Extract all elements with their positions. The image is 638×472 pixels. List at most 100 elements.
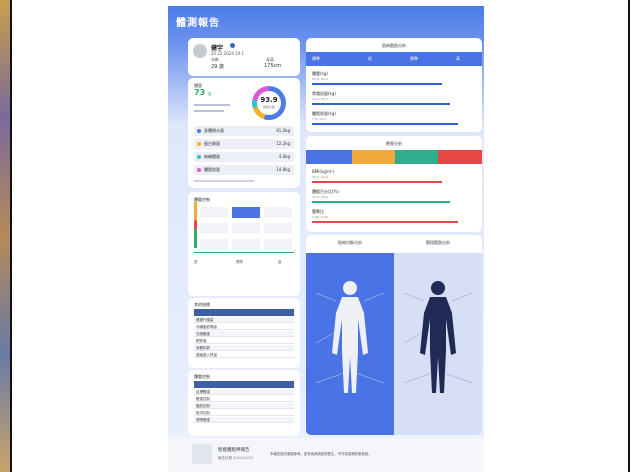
composition-value: 4.0kg: [278, 154, 290, 159]
header-high: 高: [456, 56, 460, 61]
screenshot-frame: 體測報告 健宇 20 22 2024 10.1 年齡 29 歲 身高 175cm…: [0, 0, 638, 472]
height-value: 175cm: [264, 63, 282, 69]
analysis-row-range: 10.0~20.0: [312, 195, 328, 199]
composition-name: 蛋白質量: [204, 141, 220, 146]
analysis-row-range: 0.80~0.90: [312, 215, 328, 219]
composition-row: 體脂肪量 14.8kg: [194, 165, 294, 175]
analysis-row-bar: [312, 83, 442, 85]
segment-title-right: 節段脂肪分析: [426, 240, 450, 245]
fat-figure-panel: [394, 253, 482, 435]
balance-high: 高: [278, 260, 282, 264]
analysis-row-ticks: [354, 112, 478, 116]
footer-brand: 智能體脂秤報告: [218, 448, 250, 453]
muscle-fat-title: 肌肉脂肪分析: [382, 43, 406, 48]
muscle-body-icon: [315, 281, 385, 393]
muscle-figure-panel: [306, 253, 394, 435]
analysis-row-range: 7.0~14.0: [312, 117, 326, 121]
other-table-header: [194, 309, 294, 316]
obesity-header-label: [306, 150, 352, 164]
analysis-row-bar: [312, 103, 450, 105]
analysis-row-bar: [312, 181, 442, 183]
table-row: 建議攝入熱量: [194, 352, 294, 358]
table-row-label: 內臟脂肪等級: [196, 325, 217, 329]
analysis-row-ticks: [354, 72, 478, 76]
table-row: 理想體重: [194, 417, 294, 423]
muscle-fat-header: 標準 低 標準 高: [306, 52, 482, 66]
footer-note: 本報告僅供健康參考，如有疾病請諮詢醫生，不作為醫療診斷依據。: [270, 452, 372, 456]
frame-divider-left: [10, 0, 12, 472]
obesity-title: 肥胖分析: [386, 141, 402, 146]
obesity-header-low: [352, 150, 395, 164]
muscle-fat-card: 肌肉脂肪分析 標準 低 標準 高 體重(kg) 55.0~65.0 骨骼肌量(kg)…: [306, 38, 482, 132]
table-row: 肥胖度: [194, 338, 294, 344]
composition-dot-icon: [197, 142, 201, 146]
analysis-row-range: 55.0~65.0: [312, 77, 328, 81]
composition-dot-icon: [197, 129, 201, 133]
table-row: 去脂體重: [194, 331, 294, 337]
composition-name: 無機鹽量: [204, 154, 220, 159]
composition-name: 身體總水量: [204, 128, 224, 133]
report-title: 體測報告: [176, 18, 220, 29]
qr-code-icon: [192, 444, 212, 464]
table-row-label: 建議攝入熱量: [196, 353, 217, 357]
weight-line: [194, 104, 230, 106]
table-row-label: 脂肪控制: [196, 404, 210, 408]
balance-cell: [264, 223, 292, 234]
card-footnote-line: [194, 180, 254, 182]
health-score-label: 健康分數: [262, 105, 275, 109]
control-title: 體重控制: [194, 374, 210, 379]
analysis-row-bar: [312, 221, 458, 223]
frame-divider-right: [628, 0, 630, 472]
balance-cell: [200, 207, 228, 218]
composition-dot-icon: [197, 155, 201, 159]
analysis-row-label: BMI(kg/m²): [312, 169, 335, 174]
table-row-label: 肌肉控制: [196, 411, 210, 415]
composition-row: 蛋白質量 12.2kg: [194, 139, 294, 149]
table-row: 身體年齡: [194, 345, 294, 351]
verified-icon: [230, 43, 235, 48]
balance-cell: [264, 239, 292, 250]
balance-scale: [194, 202, 197, 248]
analysis-row-bar: [312, 123, 458, 125]
control-table-header: [194, 381, 294, 388]
weight-line-2: [194, 110, 224, 112]
header-standard: 標準: [410, 56, 418, 61]
fat-body-icon: [403, 281, 473, 393]
obesity-card: 肥胖分析 BMI(kg/m²) 18.5~24.0 體脂百分比(%) 10.0~20.…: [306, 136, 482, 232]
report-footer: 智能體脂秤報告 報告日期 2024/10/12 本報告僅供健康參考，如有疾病請諮…: [168, 438, 484, 472]
weight-value: 73: [194, 88, 206, 97]
analysis-row-ticks: [354, 92, 478, 96]
segment-card: 肌肉均衡分析 節段脂肪分析: [306, 235, 482, 435]
composition-value: 41.2kg: [276, 128, 290, 133]
profile-card: 健宇 20 22 2024 10.1 年齡 29 歲 身高 175cm: [188, 38, 300, 76]
composition-donut: 93.9 健康分數: [252, 86, 286, 120]
header-left: 標準: [312, 56, 320, 61]
balance-cell: [200, 239, 228, 250]
footer-date: 報告日期 2024/10/12: [218, 456, 254, 460]
table-row: 脂肪控制: [194, 403, 294, 409]
composition-dot-icon: [197, 168, 201, 172]
table-row-label: 理想體重: [196, 418, 210, 422]
table-row: 目標體重: [194, 389, 294, 395]
background-photo-strip: [0, 0, 10, 472]
composition-name: 體脂肪量: [204, 167, 220, 172]
table-row: 體重控制: [194, 396, 294, 402]
composition-row: 身體總水量 41.2kg: [194, 126, 294, 136]
table-row-label: 肥胖度: [196, 339, 207, 343]
table-row: 基礎代謝量: [194, 317, 294, 323]
table-row-label: 身體年齡: [196, 346, 210, 350]
balance-card: 體重控制 低 標準 高: [188, 192, 300, 296]
composition-value: 14.8kg: [276, 167, 290, 172]
balance-cell: [200, 223, 228, 234]
analysis-row-ticks: [354, 210, 478, 214]
balance-low: 低: [194, 260, 198, 264]
table-row-label: 基礎代謝量: [196, 318, 214, 322]
balance-cell: [264, 207, 292, 218]
balance-cell-active: [232, 207, 260, 218]
analysis-row-ticks: [354, 190, 478, 194]
table-row-label: 目標體重: [196, 390, 210, 394]
balance-standard: 標準: [236, 260, 243, 264]
segment-title-left: 肌肉均衡分析: [338, 240, 362, 245]
analysis-row-range: 29.0~35.0: [312, 97, 328, 101]
obesity-header-high: [438, 150, 482, 164]
